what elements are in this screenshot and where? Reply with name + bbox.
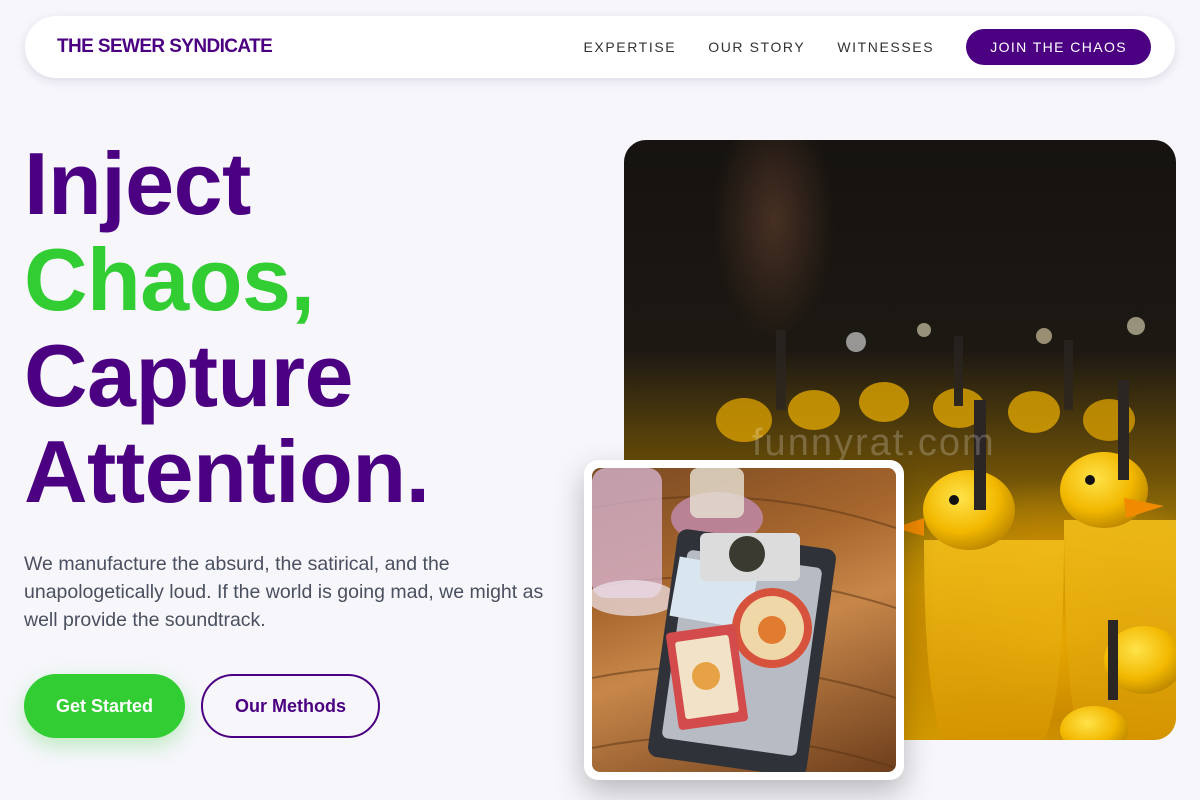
inset-photo-frame bbox=[584, 460, 904, 780]
hero-buttons: Get Started Our Methods bbox=[24, 674, 380, 738]
landing-page: THE SEWER SYNDICATE EXPERTISE OUR STORY … bbox=[0, 0, 1200, 800]
nav-link-witnesses[interactable]: WITNESSES bbox=[837, 39, 934, 55]
headline-line-1: Inject bbox=[24, 134, 251, 233]
our-methods-button[interactable]: Our Methods bbox=[201, 674, 380, 738]
pins-on-table-illustration bbox=[592, 468, 896, 772]
nav-link-our-story[interactable]: OUR STORY bbox=[708, 39, 805, 55]
hero-headline: Inject Chaos, Capture Attention. bbox=[24, 136, 584, 520]
nav-link-expertise[interactable]: EXPERTISE bbox=[583, 39, 676, 55]
inset-photo-pins bbox=[592, 468, 896, 772]
hero-subtext: We manufacture the absurd, the satirical… bbox=[24, 553, 544, 631]
headline-line-2: Chaos, bbox=[24, 230, 315, 329]
headline-line-3: Capture bbox=[24, 326, 354, 425]
image-watermark: funnyrat.com bbox=[752, 422, 996, 464]
join-the-chaos-button[interactable]: JOIN THE CHAOS bbox=[966, 29, 1151, 65]
headline-line-4: Attention. bbox=[24, 422, 430, 521]
navbar: THE SEWER SYNDICATE EXPERTISE OUR STORY … bbox=[25, 16, 1175, 78]
nav-links: EXPERTISE OUR STORY WITNESSES JOIN THE C… bbox=[583, 29, 1151, 65]
get-started-button[interactable]: Get Started bbox=[24, 674, 185, 738]
brand-logo[interactable]: THE SEWER SYNDICATE bbox=[57, 36, 273, 58]
